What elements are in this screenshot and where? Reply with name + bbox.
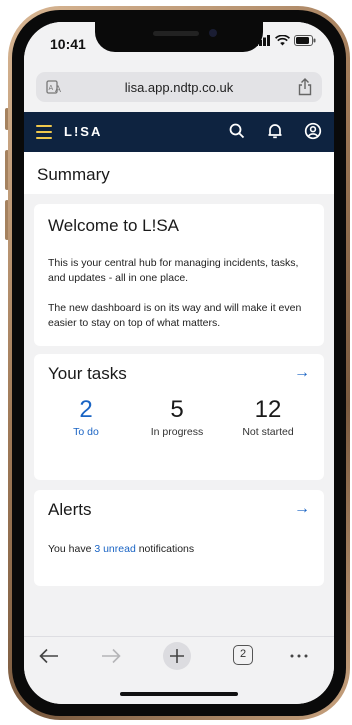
tasks-title: Your tasks [48,364,127,383]
stat-value: 5 [170,396,184,423]
home-indicator[interactable] [120,692,238,696]
menu-icon[interactable] [36,125,52,139]
phone-screen: 10:41 A A lisa.app.ndtp.co.uk L!SA Summa… [24,22,334,704]
battery-icon [294,35,316,46]
alerts-text: You have 3 unread notifications [48,542,310,557]
alerts-arrow-icon[interactable]: → [294,500,310,518]
plus-icon[interactable] [162,641,192,671]
stat-in-progress[interactable]: 5 In progress [137,396,217,438]
alerts-prefix: You have [48,543,95,555]
nav-actions [228,122,322,140]
stat-label: In progress [150,426,204,438]
status-time: 10:41 [50,36,86,52]
welcome-text-2: The new dashboard is on its way and will… [48,302,302,329]
speaker-grille [153,31,199,36]
forward-icon[interactable] [100,647,122,665]
stat-value: 12 [254,396,282,423]
welcome-card: Welcome to L!SA This is your central hub… [34,204,324,346]
wifi-icon [275,35,290,46]
back-icon[interactable] [38,647,60,665]
address-bar[interactable]: A A lisa.app.ndtp.co.uk [36,72,322,102]
share-icon[interactable] [298,78,312,96]
welcome-text-1: This is your central hub for managing in… [48,257,299,284]
status-icons [255,35,316,46]
front-camera [209,29,217,37]
alerts-title: Alerts [48,500,92,519]
url-text: lisa.app.ndtp.co.uk [124,80,234,95]
stat-to-do[interactable]: 2 To do [46,396,126,438]
stat-label: To do [73,426,99,438]
tabs-icon[interactable]: 2 [233,645,253,665]
stat-value: 2 [79,396,93,423]
tasks-card: Your tasks → 2 To do 5 In progress 12 No… [34,354,324,480]
stat-not-started[interactable]: 12 Not started [228,396,308,438]
page-title: Summary [37,165,110,184]
phone-notch [95,22,263,52]
page-header: Summary [24,152,334,194]
app-navbar: L!SA [24,112,334,152]
phone-frame: 10:41 A A lisa.app.ndtp.co.uk L!SA Summa… [8,6,350,720]
account-icon[interactable] [304,122,322,140]
alerts-card: Alerts → You have 3 unread notifications [34,490,324,586]
search-icon[interactable] [228,122,246,140]
browser-toolbar: 2 [24,636,334,704]
alerts-suffix: notifications [135,543,195,555]
unread-link[interactable]: 3 unread [94,543,135,555]
bell-icon[interactable] [266,122,284,140]
browser-address-area: A A lisa.app.ndtp.co.uk [24,66,334,106]
app-brand[interactable]: L!SA [64,124,102,139]
more-icon[interactable] [289,653,309,659]
phone-bezel: 10:41 A A lisa.app.ndtp.co.uk L!SA Summa… [12,10,346,716]
stat-label: Not started [242,426,294,438]
tasks-arrow-icon[interactable]: → [294,364,310,382]
welcome-title: Welcome to L!SA [48,216,180,235]
